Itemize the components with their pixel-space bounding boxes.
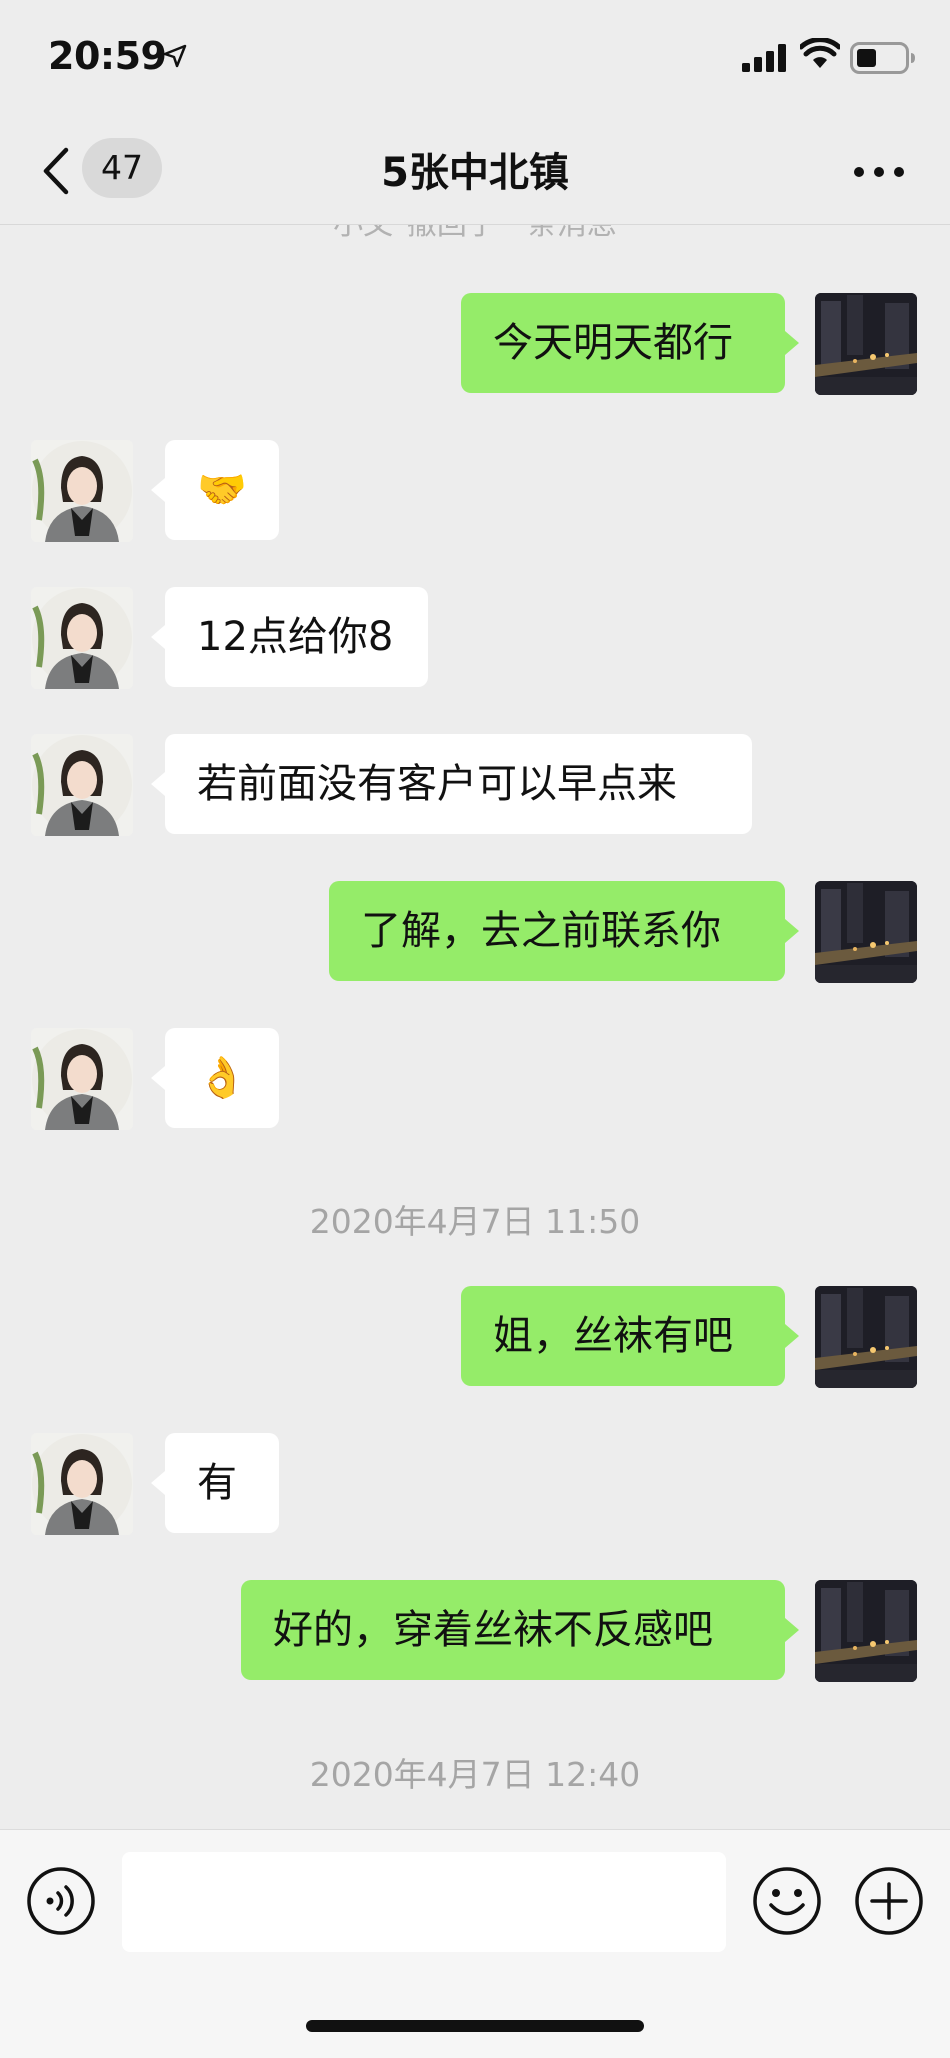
message-input[interactable] — [122, 1852, 726, 1952]
contact-avatar[interactable] — [31, 734, 133, 836]
message-bubble-self[interactable]: 好的，穿着丝袜不反感吧 — [241, 1580, 799, 1680]
my-avatar[interactable] — [815, 293, 917, 395]
woman-portrait-avatar-image — [31, 440, 133, 542]
my-avatar[interactable] — [815, 881, 917, 983]
chat-header: 47 5张中北镇 — [0, 120, 950, 225]
contact-avatar[interactable] — [31, 587, 133, 689]
status-time: 20:59 — [48, 34, 167, 78]
chat-title: 5张中北镇 — [381, 150, 569, 196]
message-list[interactable]: 小文"撤回了一条消息 今天明天都行 🤝 — [0, 225, 950, 1829]
night-city-avatar-image — [815, 1286, 917, 1388]
home-indicator[interactable] — [306, 2020, 644, 2032]
status-bar: 20:59 — [0, 0, 950, 120]
contact-avatar[interactable] — [31, 440, 133, 542]
message-bubble-self[interactable]: 姐，丝袜有吧 — [461, 1286, 799, 1386]
message-bubble-other[interactable]: 🤝 — [151, 440, 279, 540]
location-arrow-icon — [163, 44, 187, 68]
woman-portrait-avatar-image — [31, 587, 133, 689]
battery-icon — [850, 42, 915, 74]
message-timestamp: 2020年4月7日 11:50 — [309, 1202, 641, 1241]
message-bubble-self[interactable]: 今天明天都行 — [461, 293, 799, 393]
cellular-signal-icon — [742, 44, 786, 72]
message-bubble-other[interactable]: 若前面没有客户可以早点来 — [151, 734, 752, 834]
woman-portrait-avatar-image — [31, 1028, 133, 1130]
message-bubble-other[interactable]: 有 — [151, 1433, 279, 1533]
woman-portrait-avatar-image — [31, 1433, 133, 1535]
woman-portrait-avatar-image — [31, 734, 133, 836]
voice-input-icon[interactable] — [26, 1866, 96, 1936]
ok-hand-emoji-icon: 👌 — [197, 1055, 247, 1101]
contact-avatar[interactable] — [31, 1433, 133, 1535]
my-avatar[interactable] — [815, 1286, 917, 1388]
message-bubble-other[interactable]: 12点给你8 — [151, 587, 428, 687]
emoji-picker-icon[interactable] — [752, 1866, 822, 1936]
my-avatar[interactable] — [815, 1580, 917, 1682]
night-city-avatar-image — [815, 881, 917, 983]
message-bubble-other[interactable]: 👌 — [151, 1028, 279, 1128]
more-functions-plus-icon[interactable] — [854, 1866, 924, 1936]
recall-notice: 小文"撤回了一条消息 — [0, 225, 950, 243]
handshake-emoji-icon: 🤝 — [197, 467, 247, 513]
more-options-icon[interactable] — [852, 164, 906, 180]
wifi-icon — [800, 38, 840, 68]
night-city-avatar-image — [815, 1580, 917, 1682]
input-toolbar — [0, 1829, 950, 2058]
message-timestamp: 2020年4月7日 12:40 — [309, 1755, 641, 1794]
night-city-avatar-image — [815, 293, 917, 395]
contact-avatar[interactable] — [31, 1028, 133, 1130]
message-bubble-self[interactable]: 了解，去之前联系你 — [329, 881, 799, 981]
